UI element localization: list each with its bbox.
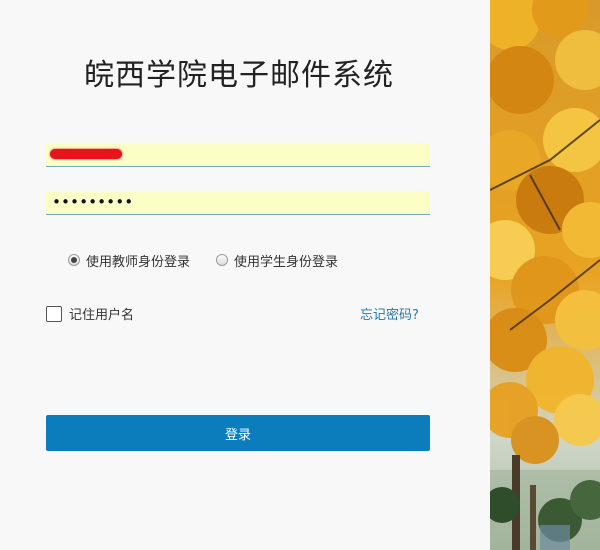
- role-option-student[interactable]: 使用学生身份登录: [216, 251, 338, 270]
- role-teacher-label: 使用教师身份登录: [86, 254, 191, 270]
- remember-label: 记住用户名: [69, 308, 135, 323]
- redaction-scribble-icon: [50, 149, 122, 159]
- ginkgo-tree-image: [490, 0, 600, 550]
- login-page: 皖西学院电子邮件系统 ••••••••• 使用教师身份登录 使用学生身份登录 记…: [0, 0, 600, 550]
- forgot-password-link[interactable]: 忘记密码?: [360, 304, 419, 323]
- page-title: 皖西学院电子邮件系统: [84, 58, 394, 93]
- radio-student[interactable]: [216, 254, 229, 266]
- radio-teacher[interactable]: [68, 254, 80, 266]
- password-mask: •••••••••: [52, 193, 134, 211]
- role-student-label: 使用学生身份登录: [234, 254, 339, 270]
- remember-checkbox[interactable]: [46, 305, 62, 322]
- role-option-teacher[interactable]: 使用教师身份登录: [68, 251, 190, 270]
- login-button[interactable]: 登录: [46, 415, 430, 451]
- password-field[interactable]: •••••••••: [46, 191, 430, 215]
- remember-username[interactable]: 记住用户名: [46, 304, 134, 323]
- login-panel: 皖西学院电子邮件系统 ••••••••• 使用教师身份登录 使用学生身份登录 记…: [0, 0, 490, 550]
- background-photo: [490, 0, 600, 550]
- username-field[interactable]: [46, 143, 430, 167]
- login-role-selector: 使用教师身份登录 使用学生身份登录: [68, 250, 364, 270]
